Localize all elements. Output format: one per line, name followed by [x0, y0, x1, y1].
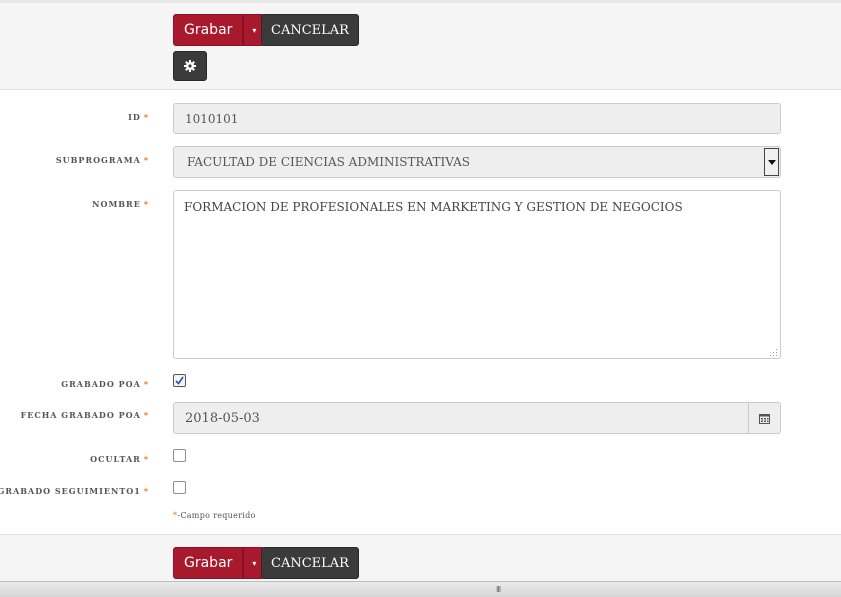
grabado-seguimiento1-label: GRABADO SEGUIMIENTO1 *: [0, 486, 149, 496]
required-note-text: -Campo requerido: [177, 511, 256, 520]
required-marker: *: [143, 486, 149, 496]
required-note: *-Campo requerido: [173, 511, 256, 520]
calendar-button[interactable]: [748, 403, 780, 433]
grabado-poa-label: GRABADO POA *: [61, 379, 149, 389]
cancel-button[interactable]: CANCELAR: [261, 547, 359, 579]
grabado-seguimiento1-checkbox[interactable]: [173, 481, 186, 494]
top-toolbar: Grabar ▾ CANCELAR: [0, 0, 841, 90]
cancel-button[interactable]: CANCELAR: [261, 14, 359, 46]
ocultar-checkbox[interactable]: [173, 449, 186, 462]
resize-grip-icon[interactable]: [770, 348, 778, 356]
subprograma-value: FACULTAD DE CIENCIAS ADMINISTRATIVAS: [187, 155, 470, 169]
fecha-grabado-poa-label: FECHA GRABADO POA *: [20, 410, 149, 420]
calendar-icon: [759, 413, 770, 424]
save-button-group: Grabar ▾: [173, 14, 266, 46]
subprograma-select[interactable]: FACULTAD DE CIENCIAS ADMINISTRATIVAS: [173, 146, 781, 178]
required-marker: *: [143, 379, 149, 389]
status-bar: III: [0, 581, 841, 597]
required-marker: *: [143, 410, 149, 420]
id-field[interactable]: 1010101: [173, 103, 781, 134]
fecha-value: 2018-05-03: [185, 410, 260, 426]
save-button-group: Grabar ▾: [173, 547, 266, 579]
resize-handle[interactable]: III: [496, 585, 501, 594]
required-marker: *: [143, 112, 149, 122]
save-button[interactable]: Grabar: [173, 14, 244, 46]
bottom-toolbar: Grabar ▾ CANCELAR: [0, 534, 841, 581]
save-button[interactable]: Grabar: [173, 547, 244, 579]
required-marker: *: [143, 454, 149, 464]
id-value: 1010101: [185, 111, 239, 126]
select-arrow-button[interactable]: [764, 148, 779, 176]
subprograma-label: SUBPROGRAMA *: [55, 155, 149, 165]
nombre-textarea[interactable]: FORMACION DE PROFESIONALES EN MARKETING …: [173, 190, 781, 359]
caret-down-icon: ▾: [252, 25, 257, 35]
caret-down-icon: ▾: [252, 558, 257, 568]
select-arrow-icon: [767, 159, 776, 165]
checkmark-icon: [175, 376, 184, 385]
settings-button[interactable]: [173, 51, 207, 81]
nombre-value: FORMACION DE PROFESIONALES EN MARKETING …: [184, 200, 683, 214]
grabado-poa-checkbox[interactable]: [173, 374, 186, 387]
nombre-label: NOMBRE *: [92, 199, 149, 209]
required-marker: *: [143, 155, 149, 165]
gear-icon: [184, 60, 196, 72]
fecha-grabado-poa-field[interactable]: 2018-05-03: [173, 402, 781, 434]
ocultar-label: OCULTAR *: [90, 454, 149, 464]
id-label: ID *: [128, 112, 149, 122]
required-marker: *: [143, 199, 149, 209]
